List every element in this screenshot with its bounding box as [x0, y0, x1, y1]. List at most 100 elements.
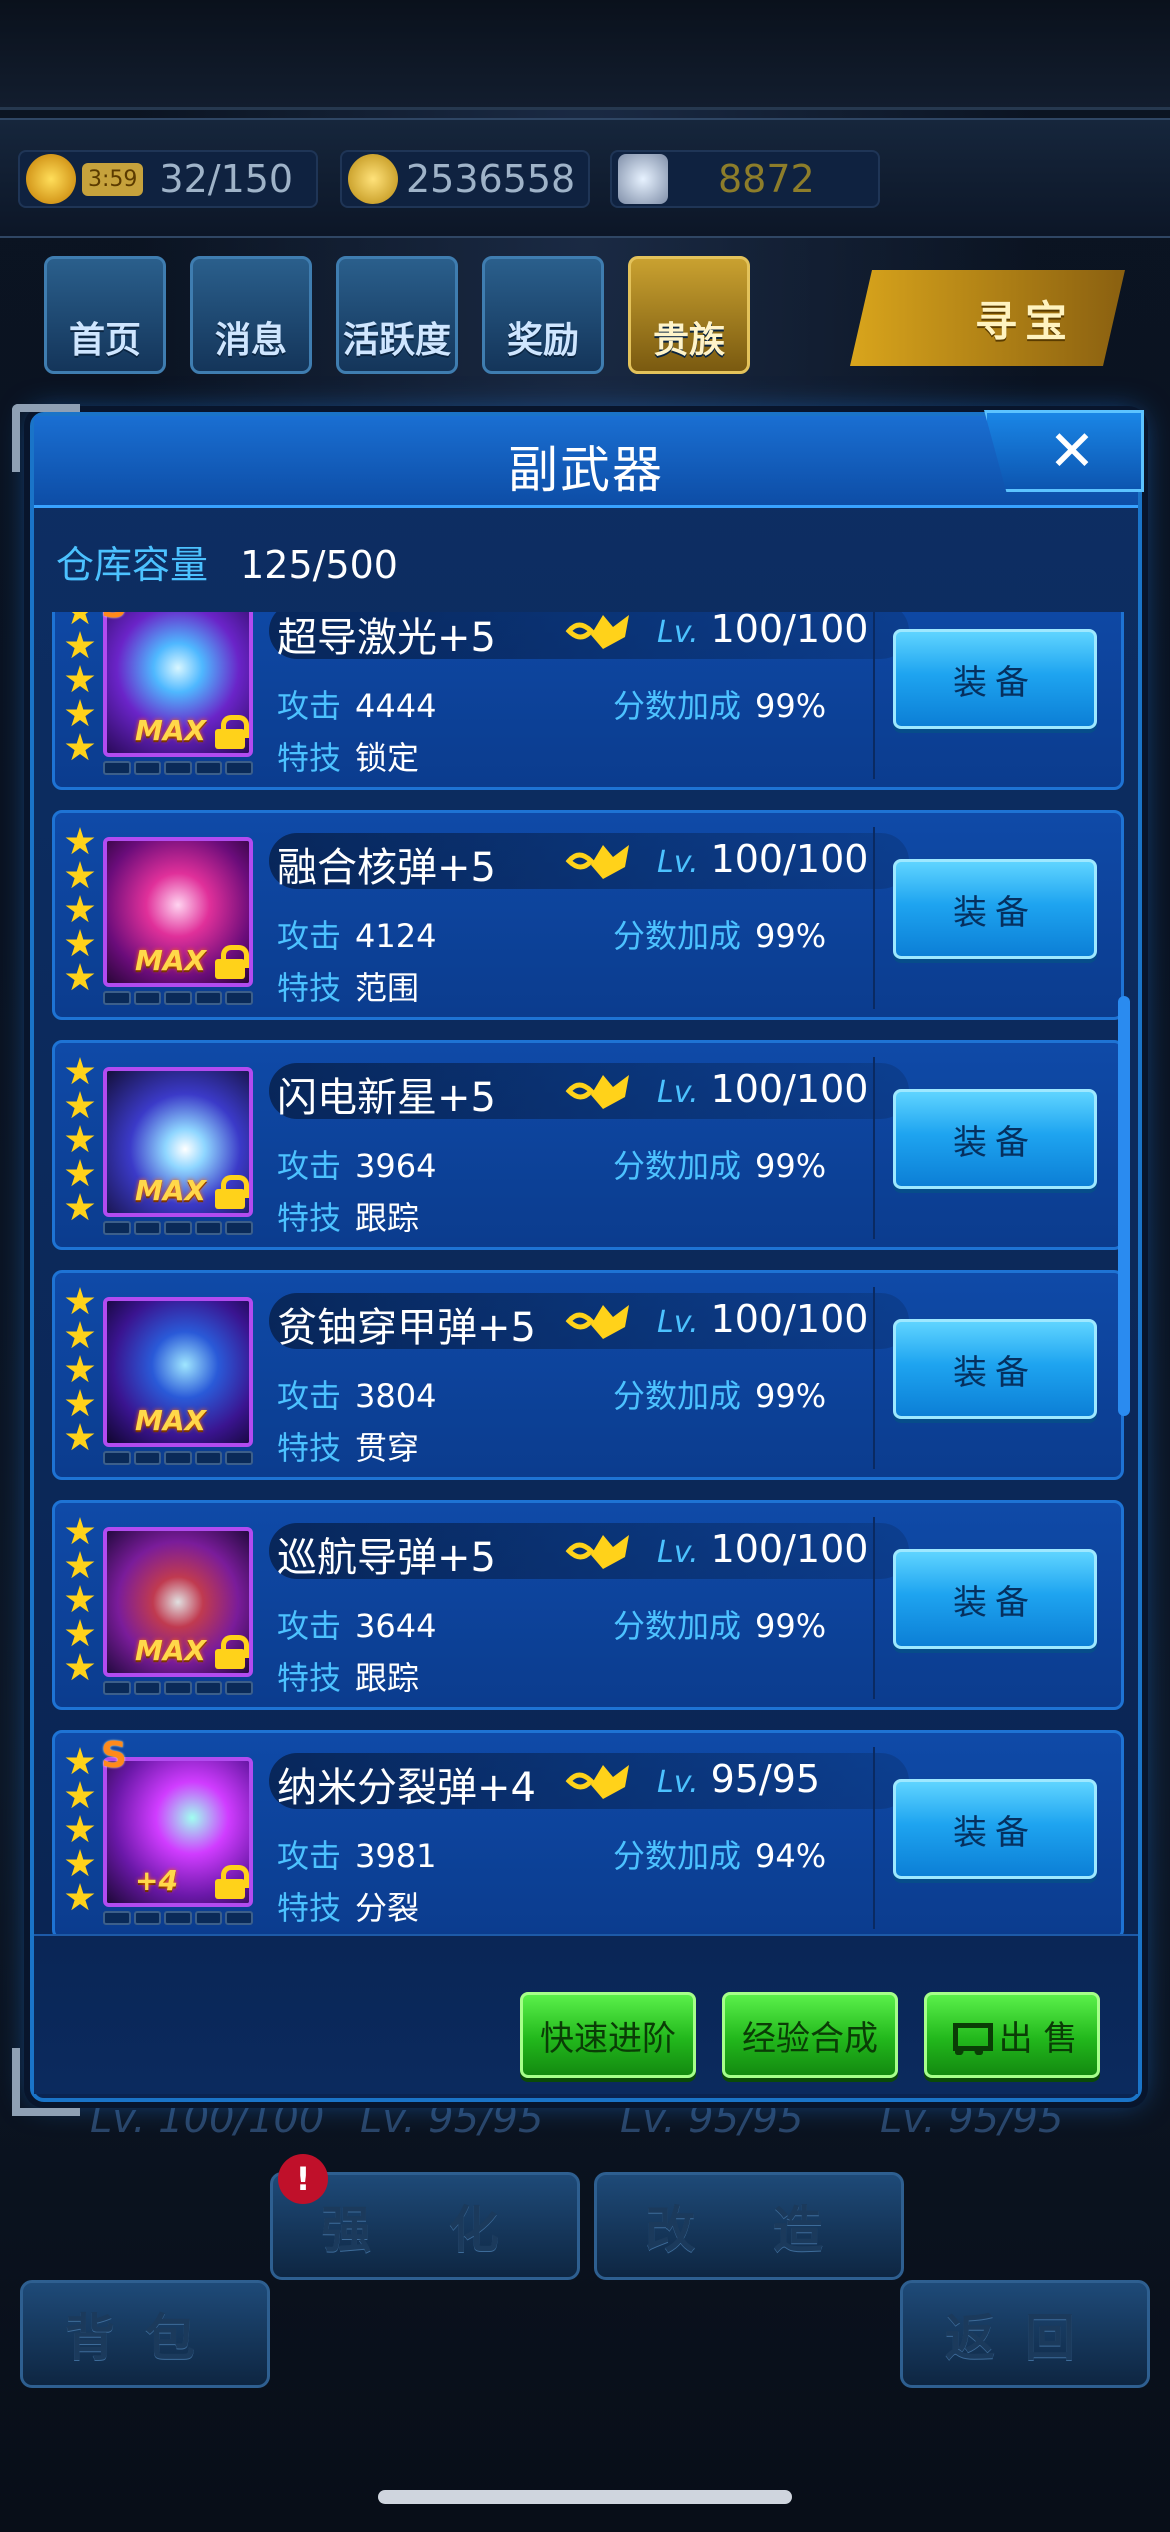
- star-icon: [65, 1517, 95, 1545]
- quick-advance-button[interactable]: 快速进阶: [520, 1992, 696, 2078]
- equip-button[interactable]: 装备: [893, 1779, 1097, 1879]
- star-icon: [65, 1091, 95, 1119]
- attack-stat: 攻击 4444: [277, 681, 436, 727]
- equip-button[interactable]: 装备: [893, 629, 1097, 729]
- dialog-titlebar: 副武器: [34, 416, 1138, 508]
- attack-value: 3964: [355, 1147, 437, 1185]
- nav-noble-label: 贵族: [652, 320, 725, 361]
- level-tag: Lv.: [657, 1765, 699, 1800]
- weapon-row[interactable]: S +4 纳米分裂弹+4 Lv. 95/95 攻击 3981 分数加成 94% 特技 分裂 装备: [52, 1730, 1124, 1934]
- attack-label: 攻击: [277, 1607, 342, 1645]
- lock-icon[interactable]: [215, 1175, 249, 1209]
- lock-icon[interactable]: [215, 1635, 249, 1669]
- backpack-button[interactable]: 背包: [20, 2280, 270, 2388]
- max-tag: MAX: [135, 714, 207, 747]
- level-value: 95/95: [710, 1757, 821, 1801]
- row-divider: [873, 1287, 875, 1469]
- exp-merge-button[interactable]: 经验合成: [722, 1992, 898, 2078]
- nav-rewards-button[interactable]: 奖励: [482, 256, 604, 374]
- link-wings-icon: [565, 1535, 629, 1569]
- weapon-thumbnail[interactable]: MAX: [103, 1297, 253, 1447]
- star-icon: [65, 612, 95, 625]
- row-divider: [873, 612, 875, 779]
- attack-stat: 攻击 4124: [277, 911, 436, 957]
- gold-coin-icon: [348, 154, 398, 204]
- capacity-value: 125/500: [240, 543, 398, 587]
- star-icon: [65, 1585, 95, 1613]
- lock-icon[interactable]: [215, 1865, 249, 1899]
- lock-icon[interactable]: [215, 945, 249, 979]
- equip-button[interactable]: 装备: [893, 1089, 1097, 1189]
- link-wings-icon: [565, 1075, 629, 1109]
- weapon-row[interactable]: MAX 巡航导弹+5 Lv. 100/100 攻击 3644 分数加成 99% 特技 跟踪 装备: [52, 1500, 1124, 1710]
- row-divider: [873, 1057, 875, 1239]
- weapon-level: Lv. 100/100: [657, 1297, 868, 1341]
- close-button[interactable]: ✕: [984, 410, 1144, 492]
- weapon-list[interactable]: SMAX超导激光+5Lv.100/100攻击4444分数加成99%特技锁定装备M…: [52, 612, 1124, 1934]
- nav-noble-button[interactable]: 贵族: [628, 256, 750, 374]
- attack-label: 攻击: [277, 687, 342, 725]
- gem-slots: [103, 1911, 253, 1925]
- attack-value: 4124: [355, 917, 437, 955]
- capacity-label: 仓库容量: [56, 543, 209, 587]
- attack-label: 攻击: [277, 1377, 342, 1415]
- equip-button[interactable]: 装备: [893, 859, 1097, 959]
- weapon-thumbnail[interactable]: MAX: [103, 1527, 253, 1677]
- back-label: 返回: [945, 2309, 1105, 2367]
- star-icon: [65, 1159, 95, 1187]
- skill-value: 分裂: [355, 1889, 420, 1927]
- equip-label: 装备: [953, 1352, 1037, 1393]
- star-rating: [65, 1287, 99, 1457]
- bonus-value: 99%: [755, 1147, 827, 1185]
- star-icon: [65, 827, 95, 855]
- weapon-row[interactable]: MAX 闪电新星+5 Lv. 100/100 攻击 3964 分数加成 99% 特技 跟踪 装备: [52, 1040, 1124, 1250]
- star-icon: [65, 733, 95, 761]
- gold-counter[interactable]: 2536558: [340, 150, 590, 208]
- star-icon: [65, 1883, 95, 1911]
- nav-messages-button[interactable]: 消息: [190, 256, 312, 374]
- equip-label: 装备: [953, 1582, 1037, 1623]
- home-indicator[interactable]: [378, 2490, 792, 2504]
- modify-button[interactable]: 改 造: [594, 2172, 904, 2280]
- diamond-counter[interactable]: 8872: [610, 150, 880, 208]
- lock-icon[interactable]: [215, 715, 249, 749]
- nav-activity-button[interactable]: 活跃度: [336, 256, 458, 374]
- alert-badge: !: [278, 2154, 328, 2204]
- star-rating: [65, 1517, 99, 1687]
- attack-label: 攻击: [277, 917, 342, 955]
- energy-counter[interactable]: 3:59 32/150: [18, 150, 318, 208]
- list-scrollbar[interactable]: [1118, 996, 1130, 1416]
- star-icon: [65, 1653, 95, 1681]
- sell-button[interactable]: 出 售: [924, 1992, 1100, 2078]
- close-icon: ✕: [1048, 418, 1096, 484]
- equip-button[interactable]: 装备: [893, 1549, 1097, 1649]
- weapon-row[interactable]: S MAX 超导激光+5 Lv. 100/100 攻击 4444 分数加成 99% 特技锁定 装备: [52, 612, 1124, 790]
- row-divider: [873, 1517, 875, 1699]
- nav-home-button[interactable]: 首页: [44, 256, 166, 374]
- weapon-thumbnail[interactable]: MAX: [103, 612, 253, 757]
- star-icon: [65, 895, 95, 923]
- weapon-thumbnail[interactable]: MAX: [103, 1067, 253, 1217]
- weapon-thumbnail[interactable]: +4: [103, 1757, 253, 1907]
- bonus-label: 分数加成: [613, 1377, 742, 1415]
- level-tag: Lv.: [657, 845, 699, 880]
- weapon-thumbnail[interactable]: MAX: [103, 837, 253, 987]
- equip-button[interactable]: 装备: [893, 1319, 1097, 1419]
- skill-value: 锁定: [355, 739, 420, 777]
- skill-value: 跟踪: [355, 1659, 420, 1697]
- equip-label: 装备: [953, 1812, 1037, 1853]
- star-icon: [65, 929, 95, 957]
- weapon-row[interactable]: MAX 融合核弹+5 Lv. 100/100 攻击 4124 分数加成 99% 特技 范围 装备: [52, 810, 1124, 1020]
- dialog-title: 副武器: [508, 441, 664, 499]
- treasure-button[interactable]: 寻宝: [850, 270, 1125, 366]
- star-icon: [65, 1321, 95, 1349]
- weapon-name: 巡航导弹+5: [277, 1535, 496, 1581]
- back-button[interactable]: 返回: [900, 2280, 1150, 2388]
- star-icon: [65, 1551, 95, 1579]
- attack-stat: 攻击 3804: [277, 1371, 436, 1417]
- nav-rewards-label: 奖励: [506, 320, 579, 361]
- skill-stat: 特技 分裂: [277, 1883, 419, 1929]
- weapon-row[interactable]: MAX 贫铀穿甲弹+5 Lv. 100/100 攻击 3804 分数加成 99% 特技 贯穿 装备: [52, 1270, 1124, 1480]
- star-rating: [65, 612, 99, 767]
- gem-slots: [103, 1221, 253, 1235]
